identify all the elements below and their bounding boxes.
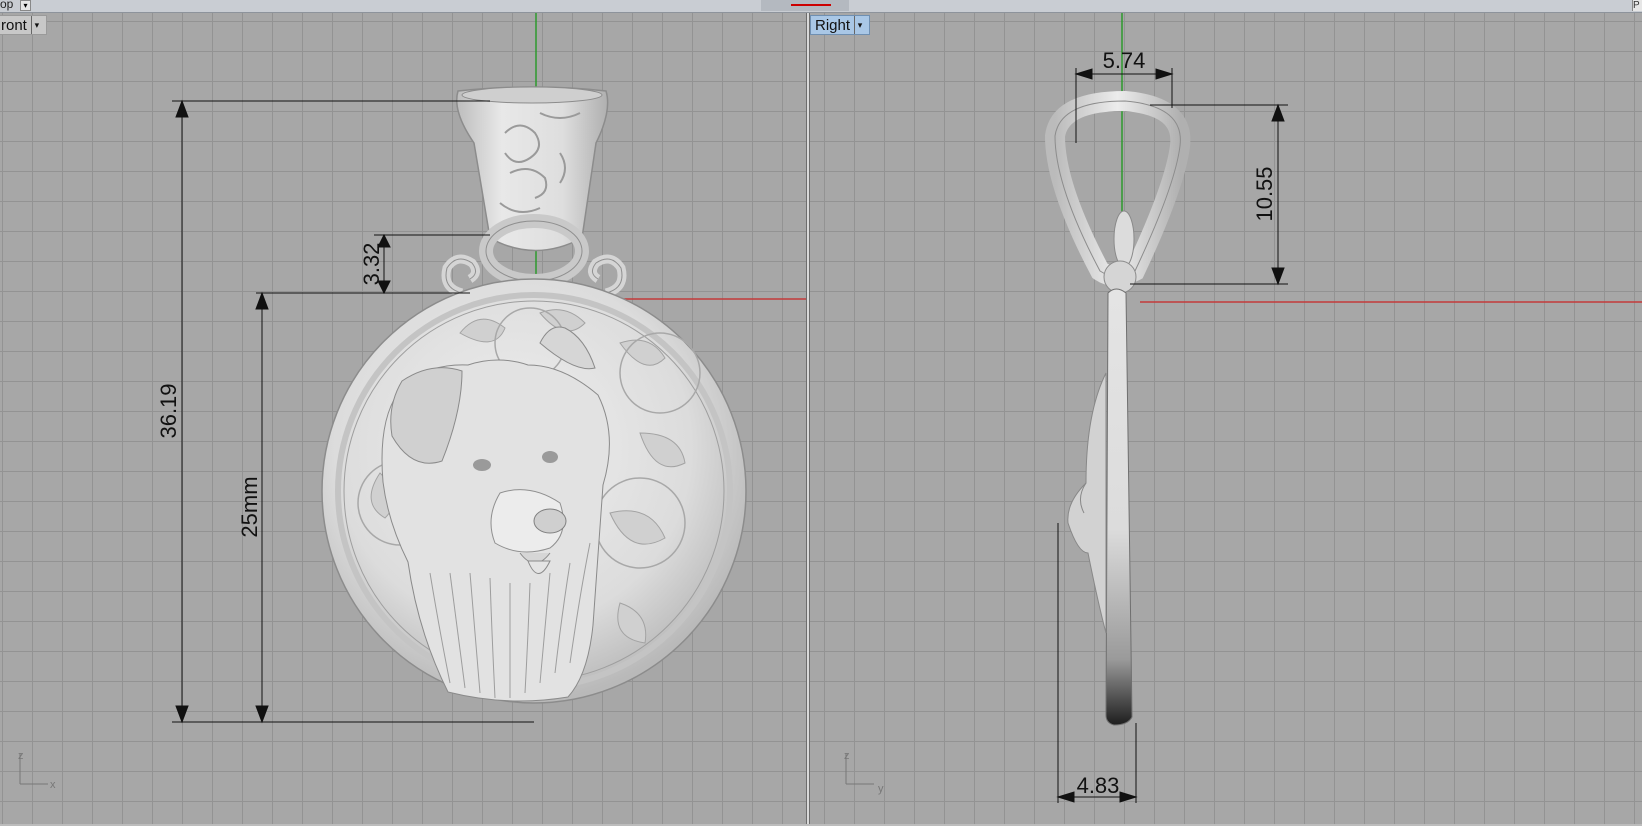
right-viewport[interactable]: 5.74 10.55 4.83 z y Right ▾ — [810, 13, 1642, 824]
chevron-down-icon[interactable]: ▾ — [30, 16, 42, 34]
front-viewport-title[interactable]: ront ▾ — [0, 15, 47, 35]
viewport-tab-bar: op ▾ P — [0, 0, 1642, 13]
right-view-canvas: 5.74 10.55 4.83 z y — [844, 13, 1642, 803]
front-view-canvas: 36.19 25mm 3.32 z x — [18, 13, 806, 791]
dog-pendant-front[interactable] — [321, 86, 747, 704]
dim-loop-gap: 3.32 — [359, 243, 384, 286]
dim-bail-height: 10.55 — [1252, 166, 1277, 221]
right-viewport-label: Right — [815, 17, 851, 34]
top-viewport-label[interactable]: op — [0, 0, 13, 11]
axis-label-z: z — [844, 750, 850, 762]
chevron-down-icon[interactable]: ▾ — [854, 16, 865, 34]
axis-label-y: y — [878, 783, 884, 795]
top-viewport-dropdown[interactable]: ▾ — [20, 0, 31, 11]
dim-total-height: 36.19 — [156, 383, 181, 438]
front-viewport[interactable]: 36.19 25mm 3.32 z x ront ▾ — [0, 13, 806, 824]
perspective-viewport-label[interactable]: P — [1632, 0, 1642, 11]
dog-pendant-side[interactable] — [1044, 90, 1191, 726]
scroll-indicator[interactable] — [761, 0, 849, 11]
dim-disc-diameter: 25mm — [237, 476, 262, 537]
dim-bail-width: 5.74 — [1103, 48, 1146, 73]
dim-thickness: 4.83 — [1077, 773, 1120, 798]
axis-triad-icon: z x — [18, 750, 56, 791]
axis-label-z: z — [18, 750, 24, 762]
right-viewport-title[interactable]: Right ▾ — [810, 15, 871, 35]
axis-triad-icon: z y — [844, 750, 884, 795]
axis-label-x: x — [50, 779, 56, 791]
front-viewport-label: ront — [1, 17, 27, 34]
